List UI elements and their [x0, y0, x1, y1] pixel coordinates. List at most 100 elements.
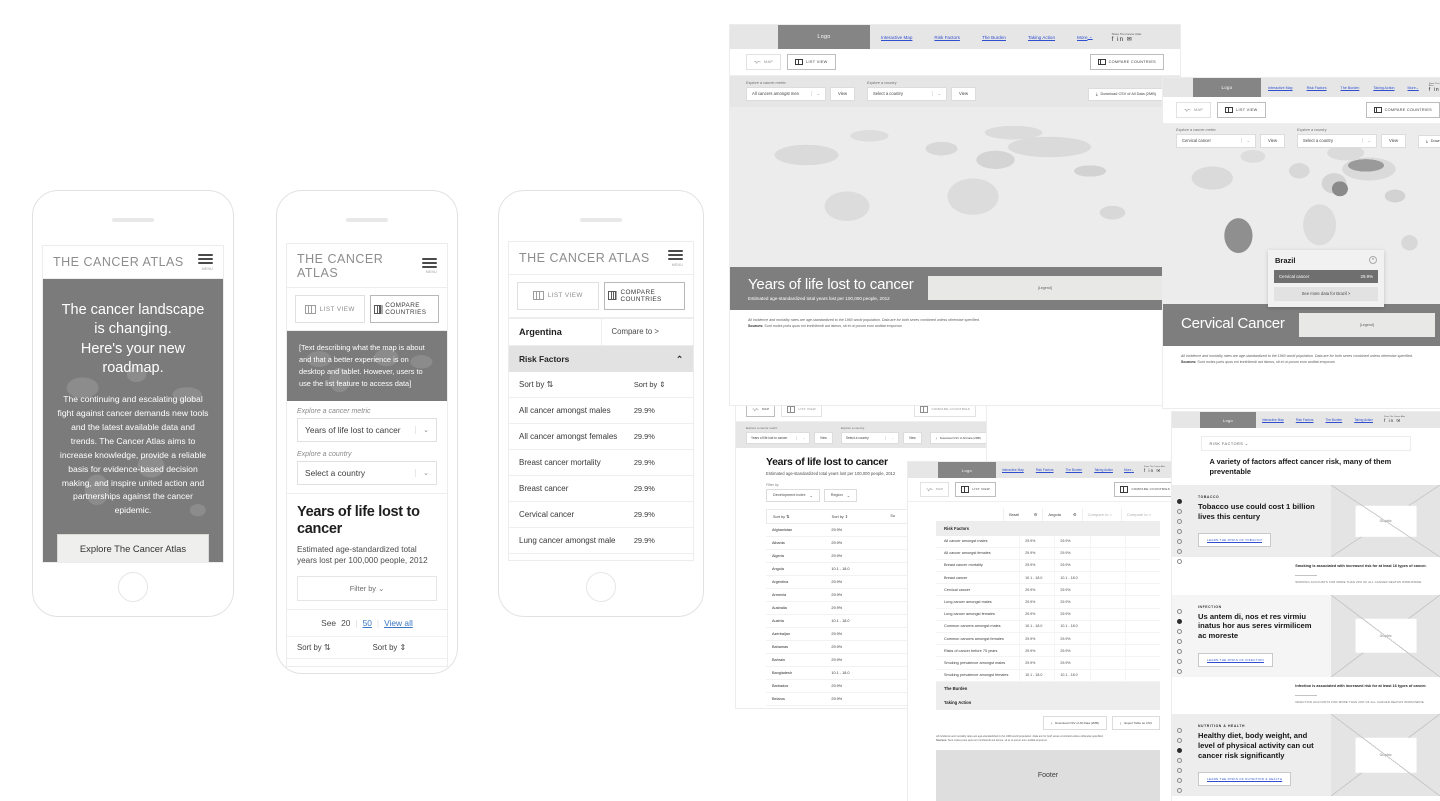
tab-compare-countries[interactable]: COMPARE COUNTRIES: [369, 295, 439, 323]
nav-the-burden[interactable]: The Burden: [971, 25, 1017, 49]
country-select[interactable]: Select a country ⌄: [297, 460, 437, 485]
site-logo[interactable]: THE CANCER ATLAS: [519, 251, 650, 265]
nav-taking-action[interactable]: Taking Action: [1366, 78, 1401, 97]
pagination-dot[interactable]: [1177, 638, 1182, 644]
pagination-dot[interactable]: [1177, 518, 1182, 524]
phone-home-button[interactable]: [118, 572, 148, 602]
table-row[interactable]: Lung cancer amongst females 29.9% 29.9%: [936, 608, 1160, 621]
pagination-dot[interactable]: [1177, 538, 1182, 544]
section-taking-action[interactable]: Taking Action: [936, 695, 1160, 710]
sort-col-b[interactable]: Sort by ⇕: [832, 514, 891, 519]
accordion-risk-factors[interactable]: Risk Factors ⌃: [509, 345, 693, 372]
pagination-dot[interactable]: [1177, 558, 1182, 564]
section-pagination-dots[interactable]: [1177, 498, 1182, 564]
nav-risk-factors[interactable]: Risk Factors: [1300, 78, 1334, 97]
export-table-button[interactable]: ⤓ Export Table as CSV: [1112, 715, 1160, 730]
table-row[interactable]: All cancer amongst males 29.9%: [509, 396, 693, 423]
social-icons[interactable]: f in ✉: [1429, 87, 1440, 93]
explore-atlas-button[interactable]: Explore The Cancer Atlas: [57, 534, 209, 562]
metric-select[interactable]: Cervical cancer ⌄: [1176, 133, 1256, 148]
download-csv-button[interactable]: ⤓Download CSV of All Data (2MB): [1087, 87, 1164, 101]
close-icon[interactable]: ×: [1369, 256, 1377, 264]
phone-home-button[interactable]: [586, 572, 616, 602]
nav-taking-action[interactable]: Taking Action: [1348, 412, 1379, 428]
pagination-dot[interactable]: [1177, 788, 1182, 794]
filter-development-index[interactable]: Development index ⌄: [766, 488, 820, 502]
pagination-dot[interactable]: [1177, 648, 1182, 654]
tab-list-view[interactable]: LIST VIEW: [517, 281, 599, 310]
pagination-dot[interactable]: [1177, 748, 1182, 754]
toolbar-compare-countries-button[interactable]: COMPARE COUNTRIES: [1089, 54, 1164, 70]
download-csv-button[interactable]: ⤓Download CSV of All Data (2MB): [1418, 134, 1440, 148]
hamburger-menu-icon[interactable]: MENU: [198, 254, 213, 271]
table-row[interactable]: Breast cancer 29.9%: [509, 474, 693, 501]
tab-compare-countries[interactable]: COMPARE COUNTRIES: [603, 281, 685, 310]
table-row[interactable]: Breast cancer mortality 29.9%: [509, 448, 693, 475]
metric-view-button[interactable]: View: [814, 431, 833, 444]
table-row[interactable]: Cervical cancer 29.9% 29.9%: [936, 584, 1160, 597]
nav-more[interactable]: More ⌄: [1119, 462, 1139, 478]
toolbar-compare-countries-button[interactable]: COMPARE COUNTRIES: [1365, 102, 1440, 118]
pagination-dot[interactable]: [1177, 618, 1182, 624]
pagination-dot[interactable]: [1177, 778, 1182, 784]
toolbar-list-view-button[interactable]: LIST VIEW: [1217, 102, 1266, 118]
nav-interactive-map[interactable]: Interactive Map: [996, 462, 1030, 478]
section-learn-link[interactable]: LEARN THE RISKS OF TOBACCO: [1198, 533, 1271, 548]
country-view-button[interactable]: View: [902, 431, 922, 444]
table-row[interactable]: Cervical cancer: [509, 552, 693, 560]
section-risk-factors[interactable]: Risk Factors: [936, 521, 1160, 536]
nav-risk-factors[interactable]: Risk Factors: [923, 25, 971, 49]
filter-by-button[interactable]: Filter by ⌄: [297, 575, 437, 601]
hamburger-menu-icon[interactable]: MENU: [668, 250, 683, 267]
social-icons[interactable]: f in ✉: [1384, 418, 1405, 423]
toolbar-list-view-button[interactable]: LIST VIEW: [787, 54, 836, 70]
country-select[interactable]: Select a country ⌄: [1297, 133, 1378, 148]
table-row[interactable]: Common cancers amongst females 29.9% 29.9%: [936, 633, 1160, 646]
hamburger-menu-icon[interactable]: MENU: [422, 257, 437, 274]
metric-view-button[interactable]: View: [1260, 133, 1286, 148]
pagination-dot[interactable]: [1177, 528, 1182, 534]
table-row[interactable]: Breast cancer 10.1 - 18.0 10.1 - 18.0: [936, 572, 1160, 585]
list-item[interactable]: Afghanistan 29.9%: [287, 657, 447, 666]
world-map[interactable]: [730, 106, 1180, 267]
gear-icon[interactable]: ⚙: [1034, 512, 1038, 517]
nav-the-burden[interactable]: The Burden: [1334, 78, 1367, 97]
filter-region[interactable]: Region ⌄: [823, 488, 857, 502]
pagination-dot[interactable]: [1177, 658, 1182, 664]
sort-value-control[interactable]: Sort by ⇕: [634, 380, 683, 389]
nav-more[interactable]: More ⌄: [1066, 25, 1104, 49]
country-tooltip[interactable]: Brazil × Cervical cancer 29.9% See more …: [1268, 249, 1384, 307]
toolbar-map-button[interactable]: MAP: [1176, 102, 1212, 118]
table-row[interactable]: Cervical cancer 29.9%: [509, 500, 693, 527]
table-row[interactable]: All cancer amongst males 29.9% 29.9%: [936, 535, 1160, 548]
see-50-option[interactable]: 50: [363, 618, 372, 628]
tooltip-more-data-link[interactable]: See more data for Brazil >: [1274, 286, 1378, 301]
nav-the-burden[interactable]: The Burden: [1320, 412, 1349, 428]
nav-more[interactable]: More ⌄: [1402, 78, 1425, 97]
nav-taking-action[interactable]: Taking Action: [1088, 462, 1119, 478]
table-row[interactable]: Breast cancer mortality 29.9% 29.9%: [936, 559, 1160, 573]
sort-value-control[interactable]: Sort by ⇕: [373, 643, 437, 652]
section-learn-link[interactable]: LEARN THE RISKS OF NUTRITION & HEALTH: [1198, 772, 1292, 787]
country-view-button[interactable]: View: [951, 86, 977, 101]
risk-factor-selector[interactable]: RISK FACTORS ⌄: [1200, 436, 1412, 451]
download-csv-button[interactable]: ⤓Download CSV of All Data (2MB): [1042, 715, 1108, 730]
table-row[interactable]: All cancer amongst females 29.9%: [509, 422, 693, 449]
section-the-burden[interactable]: The Burden: [936, 681, 1160, 696]
table-row[interactable]: All cancer amongst females 29.9% 29.9%: [936, 547, 1160, 560]
sort-col-a[interactable]: Sort by ⇅: [773, 514, 832, 519]
table-row[interactable]: Smoking prevalence amongst males 29.9% 29.…: [936, 657, 1160, 670]
pagination-dot[interactable]: [1177, 508, 1182, 514]
pagination-dot[interactable]: [1177, 628, 1182, 634]
sort-name-control[interactable]: Sort by ⇅: [297, 643, 330, 652]
toolbar-map-button[interactable]: MAP: [746, 54, 782, 70]
pagination-dot[interactable]: [1177, 608, 1182, 614]
nav-interactive-map[interactable]: Interactive Map: [870, 25, 923, 49]
compare-to-button[interactable]: Compare to >: [600, 318, 694, 345]
pagination-dot[interactable]: [1177, 498, 1182, 504]
country-view-button[interactable]: View: [1381, 133, 1407, 148]
section-pagination-dots[interactable]: [1177, 728, 1182, 794]
nav-logo[interactable]: Logo: [778, 25, 870, 49]
column-angola[interactable]: Angola ⚙: [1042, 507, 1081, 521]
nav-taking-action[interactable]: Taking Action: [1017, 25, 1066, 49]
